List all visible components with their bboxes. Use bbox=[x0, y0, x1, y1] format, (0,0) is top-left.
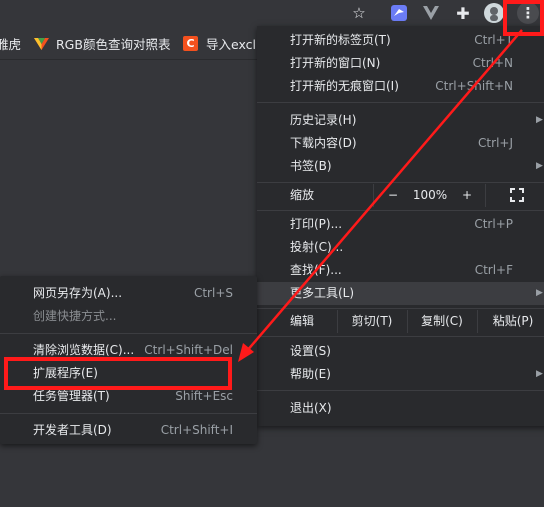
menu-divider bbox=[257, 182, 544, 183]
annotation-highlight-extensions bbox=[4, 357, 232, 390]
menu-item-downloads[interactable]: 下载内容(D) Ctrl+J bbox=[257, 132, 544, 155]
menu-item-incognito[interactable]: 打开新的无痕窗口(I) Ctrl+Shift+N bbox=[257, 75, 544, 98]
chevron-right-icon: ▶ bbox=[536, 369, 543, 379]
zoom-row: 缩放 − 100% + bbox=[257, 184, 544, 207]
chevron-right-icon: ▶ bbox=[536, 288, 543, 298]
menu-divider bbox=[0, 333, 257, 334]
bookmark-item[interactable]: C 导入excl bbox=[183, 34, 256, 53]
star-icon[interactable]: ☆ bbox=[348, 2, 370, 24]
menu-item-more-tools[interactable]: 更多工具(L) ▶ bbox=[257, 282, 544, 305]
submenu-item-save-page[interactable]: 网页另存为(A)... Ctrl+S bbox=[0, 282, 257, 305]
annotation-highlight-menu-button bbox=[503, 0, 544, 36]
menu-item-exit[interactable]: 退出(X) bbox=[257, 397, 544, 420]
menu-item-history[interactable]: 历史记录(H) ▶ bbox=[257, 109, 544, 132]
menu-divider bbox=[257, 102, 544, 103]
edit-row: 编辑 剪切(T) 复制(C) 粘贴(P) bbox=[257, 310, 544, 333]
menu-divider bbox=[257, 390, 544, 391]
bookmark-item[interactable]: RGB颜色查询对照表 bbox=[34, 34, 170, 53]
menu-item-new-tab[interactable]: 打开新的标签页(T) Ctrl+T bbox=[257, 29, 544, 52]
menu-divider bbox=[0, 413, 257, 414]
menu-item-bookmarks[interactable]: 书签(B) ▶ bbox=[257, 155, 544, 178]
menu-divider bbox=[257, 308, 544, 309]
menu-item-cast[interactable]: 投射(C)... bbox=[257, 236, 544, 259]
bookmark-item[interactable]: 雅虎 bbox=[0, 34, 21, 53]
menu-item-new-window[interactable]: 打开新的窗口(N) Ctrl+N bbox=[257, 52, 544, 75]
fullscreen-icon[interactable] bbox=[507, 184, 527, 207]
menu-divider bbox=[257, 210, 544, 211]
submenu-item-devtools[interactable]: 开发者工具(D) Ctrl+Shift+I bbox=[0, 419, 257, 442]
colorful-v-icon bbox=[34, 37, 49, 51]
c-logo-icon: C bbox=[183, 36, 198, 51]
menu-item-find[interactable]: 查找(F)... Ctrl+F bbox=[257, 259, 544, 282]
submenu-item-create-shortcut: 创建快捷方式... bbox=[33, 309, 117, 323]
menu-item-print[interactable]: 打印(P)... Ctrl+P bbox=[257, 213, 544, 236]
copy-button[interactable]: 复制(C) bbox=[413, 310, 471, 333]
zoom-in-button[interactable]: + bbox=[455, 184, 479, 207]
paste-button[interactable]: 粘贴(P) bbox=[483, 310, 543, 333]
zoom-out-button[interactable]: − bbox=[381, 184, 405, 207]
browser-toolbar: ☆ ✚ ⋮ bbox=[0, 0, 544, 26]
bird-extension-icon[interactable] bbox=[388, 2, 410, 24]
vue-extension-icon[interactable] bbox=[420, 2, 442, 24]
cut-button[interactable]: 剪切(T) bbox=[343, 310, 401, 333]
chevron-right-icon: ▶ bbox=[536, 115, 543, 125]
chrome-main-menu: 打开新的标签页(T) Ctrl+T 打开新的窗口(N) Ctrl+N 打开新的无… bbox=[257, 26, 544, 426]
puzzle-extensions-icon[interactable]: ✚ bbox=[452, 2, 474, 24]
menu-divider bbox=[257, 336, 544, 337]
profile-avatar[interactable] bbox=[483, 2, 505, 24]
chevron-right-icon: ▶ bbox=[536, 161, 543, 171]
zoom-level: 100% bbox=[412, 188, 448, 202]
menu-item-help[interactable]: 帮助(E) ▶ bbox=[257, 363, 544, 386]
menu-item-settings[interactable]: 设置(S) bbox=[257, 340, 544, 363]
